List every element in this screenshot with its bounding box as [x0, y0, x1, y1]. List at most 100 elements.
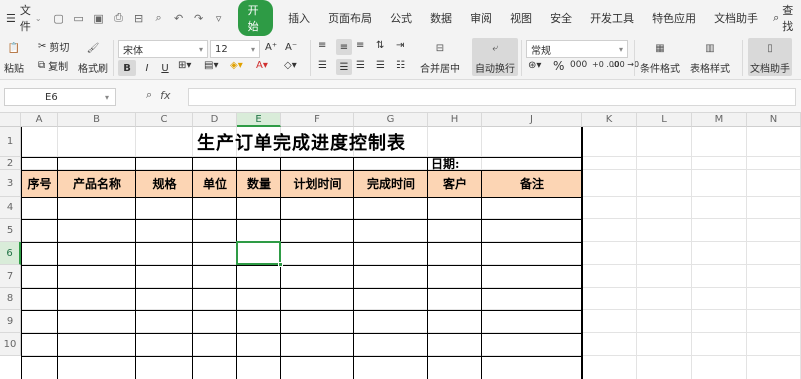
column-header-g[interactable]: G [354, 113, 428, 127]
name-box[interactable]: E6 ▾ [4, 88, 116, 106]
tab-start[interactable]: 开始 [237, 0, 274, 36]
cell-style-icon[interactable]: ▤▾ [204, 60, 218, 71]
row-header-9[interactable]: 9 [0, 310, 21, 333]
row-header-10[interactable]: 10 [0, 333, 21, 356]
thousands-button[interactable]: 000 [570, 60, 587, 70]
align-top-icon[interactable]: ≡ [318, 40, 326, 51]
column-header-k[interactable]: K [582, 113, 637, 127]
clear-icon[interactable]: ◇▾ [284, 60, 297, 71]
print-preview-icon[interactable]: ⌕ [152, 11, 166, 25]
header-cell[interactable]: 产品名称 [58, 170, 136, 197]
paste-label: 粘贴 [4, 64, 24, 75]
row-header-1[interactable]: 1 [0, 127, 21, 157]
column-header-d[interactable]: D [193, 113, 237, 127]
tab-review[interactable]: 审阅 [461, 10, 501, 26]
column-header-j[interactable]: J [482, 113, 582, 127]
copy-button[interactable]: ⧉ 复制 [38, 58, 68, 73]
tab-security[interactable]: 安全 [541, 10, 581, 26]
header-cell[interactable]: 序号 [21, 170, 58, 197]
paste-button[interactable]: 📋 粘贴 [4, 39, 24, 76]
wrap-text-button[interactable]: ⤶ 自动换行 [472, 38, 518, 76]
header-cell[interactable]: 客户 [428, 170, 482, 197]
tab-data[interactable]: 数据 [421, 10, 461, 26]
conditional-format-button[interactable]: ▦ 条件格式 [640, 39, 680, 76]
date-label[interactable]: 日期: [428, 157, 582, 171]
tab-formulas[interactable]: 公式 [381, 10, 421, 26]
percent-button[interactable]: % [553, 59, 564, 73]
italic-button[interactable]: I [140, 60, 154, 76]
header-cell[interactable]: 完成时间 [354, 170, 428, 197]
export-pdf-icon[interactable]: ⎙ [112, 11, 126, 25]
align-left-icon[interactable]: ☰ [318, 60, 327, 71]
align-bottom-icon[interactable]: ≡ [356, 40, 364, 51]
tab-developer[interactable]: 开发工具 [581, 10, 643, 26]
column-header-a[interactable]: A [21, 113, 58, 127]
new-file-icon[interactable]: ▢ [52, 11, 66, 25]
sheet-title[interactable]: 生产订单完成进度控制表 [21, 127, 582, 157]
justify-icon[interactable]: ☰ [376, 60, 385, 71]
zoom-icon[interactable]: ⌕ [146, 88, 152, 102]
column-header-m[interactable]: M [692, 113, 747, 127]
tab-view[interactable]: 视图 [501, 10, 541, 26]
tab-special-apps[interactable]: 特色应用 [643, 10, 705, 26]
number-format-select[interactable]: 常规 ▾ [526, 40, 628, 58]
grow-font-button[interactable]: A⁺ [265, 42, 277, 53]
column-header-l[interactable]: L [637, 113, 692, 127]
formula-input[interactable] [188, 88, 796, 106]
fill-color-icon[interactable]: ◈▾ [230, 60, 243, 71]
align-center-icon[interactable]: ☰ [336, 59, 352, 75]
save-icon[interactable]: ▣ [92, 11, 106, 25]
fx-button[interactable]: fx [160, 89, 170, 102]
row-header-5[interactable]: 5 [0, 219, 21, 242]
font-size-select[interactable]: 12 ▾ [210, 40, 260, 58]
indent-icon[interactable]: ⇥ [396, 40, 404, 51]
font-name-select[interactable]: 宋体 ▾ [118, 40, 208, 58]
bold-button[interactable]: B [118, 60, 136, 76]
cut-button[interactable]: ✂ 剪切 [38, 39, 69, 54]
doc-assistant-button[interactable]: ▯ 文档助手 [748, 38, 792, 76]
shrink-font-button[interactable]: A⁻ [285, 42, 297, 53]
column-header-h[interactable]: H [428, 113, 482, 127]
fill-handle[interactable] [278, 262, 283, 267]
active-cell-outline[interactable] [236, 241, 281, 265]
header-cell[interactable]: 数量 [237, 170, 281, 197]
borders-icon[interactable]: ⊞▾ [178, 60, 191, 71]
format-painter-button[interactable]: 🖌 格式刷 [78, 39, 108, 76]
select-all-corner[interactable] [0, 113, 21, 127]
tab-page-layout[interactable]: 页面布局 [319, 10, 381, 26]
merge-center-button[interactable]: ⊟ 合并居中 [420, 39, 460, 76]
open-folder-icon[interactable]: ▭ [72, 11, 86, 25]
currency-icon[interactable]: ⊛▾ [528, 60, 541, 71]
distributed-icon[interactable]: ☷ [396, 60, 405, 71]
font-color-icon[interactable]: A▾ [256, 60, 268, 71]
column-header-f[interactable]: F [281, 113, 354, 127]
orientation-icon[interactable]: ⇅ [376, 40, 384, 51]
column-header-b[interactable]: B [58, 113, 136, 127]
header-cell[interactable]: 计划时间 [281, 170, 354, 197]
header-cell[interactable]: 单位 [193, 170, 237, 197]
row-header-6[interactable]: 6 [0, 242, 21, 265]
header-cell[interactable]: 备注 [482, 170, 582, 197]
file-menu[interactable]: ☰ 文件 ⌄ [0, 0, 48, 36]
column-header-n[interactable]: N [747, 113, 801, 127]
redo-icon[interactable]: ↷ [192, 11, 206, 25]
row-header-2[interactable]: 2 [0, 157, 21, 170]
tab-insert[interactable]: 插入 [279, 10, 319, 26]
align-middle-icon[interactable]: ≡ [336, 39, 352, 55]
align-right-icon[interactable]: ☰ [356, 60, 365, 71]
row-header-3[interactable]: 3 [0, 170, 21, 197]
decrease-decimal-button[interactable]: .00 →0 [612, 60, 639, 69]
row-header-8[interactable]: 8 [0, 288, 21, 310]
row-header-7[interactable]: 7 [0, 265, 21, 288]
print-icon[interactable]: ⊟ [132, 11, 146, 25]
customize-toolbar-icon[interactable]: ▿ [212, 11, 226, 25]
row-header-4[interactable]: 4 [0, 197, 21, 219]
table-style-button[interactable]: ▥ 表格样式 [690, 39, 730, 76]
search-command[interactable]: ⌕ 查找 [767, 2, 801, 34]
undo-icon[interactable]: ↶ [172, 11, 186, 25]
underline-button[interactable]: U [158, 60, 172, 76]
tab-doc-assistant[interactable]: 文档助手 [705, 10, 767, 26]
header-cell[interactable]: 规格 [136, 170, 193, 197]
column-header-c[interactable]: C [136, 113, 193, 127]
column-header-e[interactable]: E [237, 113, 281, 127]
